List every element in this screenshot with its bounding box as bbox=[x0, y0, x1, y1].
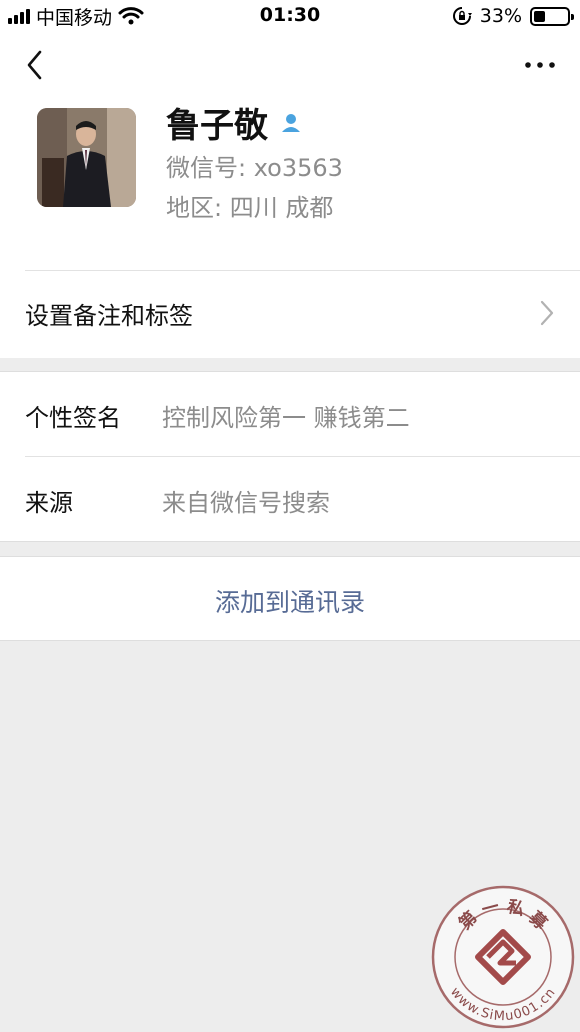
avatar[interactable] bbox=[37, 108, 136, 207]
source-label: 来源 bbox=[25, 489, 73, 517]
battery-percent: 33% bbox=[479, 5, 522, 27]
set-remark-tags-row[interactable]: 设置备注和标签 bbox=[0, 271, 580, 358]
status-right: 33% bbox=[452, 4, 574, 28]
name-row: 鲁子敬 bbox=[166, 98, 302, 147]
signature-label: 个性签名 bbox=[25, 404, 121, 432]
nav-bar bbox=[0, 34, 580, 96]
add-to-contacts-button[interactable]: 添加到通讯录 bbox=[0, 556, 580, 641]
orientation-lock-icon bbox=[452, 7, 472, 25]
back-icon[interactable] bbox=[20, 48, 50, 82]
avatar-photo bbox=[37, 108, 136, 207]
contact-name: 鲁子敬 bbox=[166, 106, 268, 146]
source-row: 来源 来自微信号搜索 bbox=[0, 457, 580, 542]
battery-fill bbox=[534, 10, 545, 22]
signature-row: 个性签名 控制风险第一 赚钱第二 bbox=[0, 372, 580, 457]
wechat-id: 微信号: xo3563 bbox=[166, 154, 343, 182]
person-icon bbox=[282, 113, 300, 132]
more-icon[interactable] bbox=[522, 52, 558, 78]
add-to-contacts-label: 添加到通讯录 bbox=[214, 588, 365, 617]
watermark-logo: 第 一 私 募 www.SiMu001.cn bbox=[431, 885, 575, 1029]
status-bar: 中国移动 01:30 33% bbox=[0, 0, 580, 34]
region: 地区: 四川 成都 bbox=[166, 194, 334, 222]
chevron-right-icon bbox=[540, 300, 554, 326]
source-value: 来自微信号搜索 bbox=[162, 489, 330, 517]
details-section: 个性签名 控制风险第一 赚钱第二 来源 来自微信号搜索 bbox=[0, 371, 580, 542]
battery-icon bbox=[530, 6, 574, 26]
set-remark-tags-label: 设置备注和标签 bbox=[25, 302, 193, 330]
profile-card: 鲁子敬 微信号: xo3563 地区: 四川 成都 设置备注和标签 bbox=[0, 96, 580, 358]
signature-value: 控制风险第一 赚钱第二 bbox=[162, 404, 410, 432]
